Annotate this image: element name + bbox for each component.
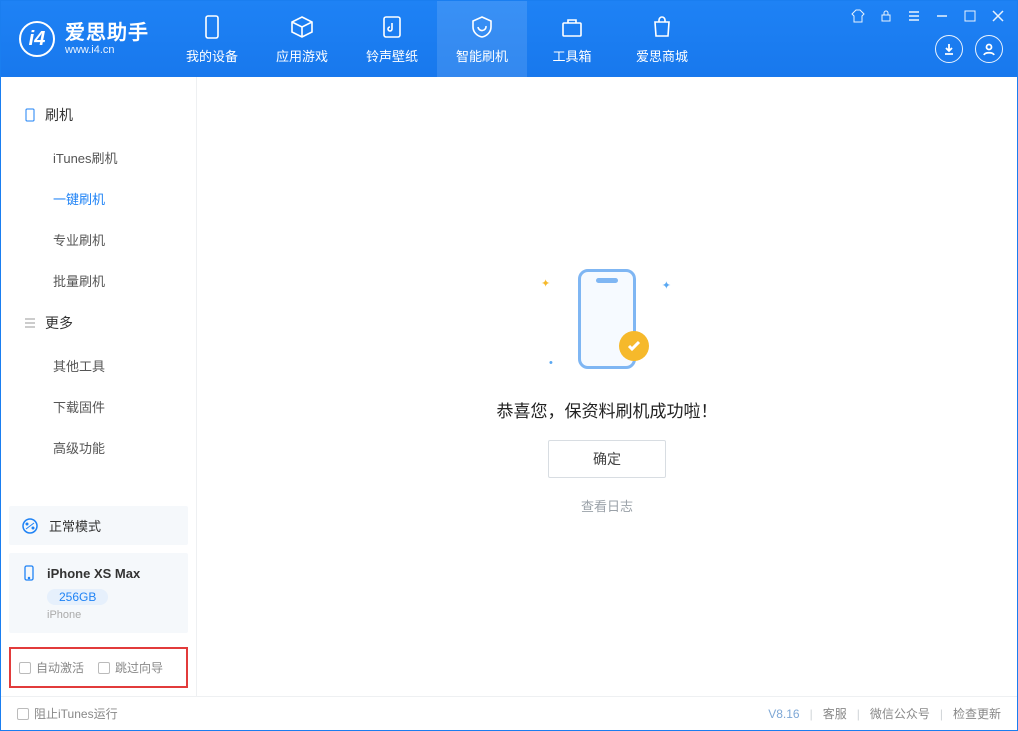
nav-tabs: 我的设备 应用游戏 铃声壁纸 智能刷机 工具箱 爱思商城	[167, 1, 707, 77]
sidebar-item-batch-flash[interactable]: 批量刷机	[1, 260, 196, 301]
separator: |	[810, 707, 813, 721]
group-label: 更多	[45, 313, 73, 333]
sparkle-icon: ✦	[541, 277, 550, 290]
tab-label: 工具箱	[552, 46, 591, 65]
checkbox-label: 跳过向导	[115, 659, 163, 676]
refresh-shield-icon	[469, 14, 495, 40]
checkbox-block-itunes[interactable]: 阻止iTunes运行	[17, 705, 118, 722]
sidebar-item-download-firmware[interactable]: 下载固件	[1, 386, 196, 427]
device-row: iPhone XS Max	[21, 565, 176, 581]
separator: |	[857, 707, 860, 721]
app-subtitle: www.i4.cn	[65, 44, 149, 56]
cube-icon	[289, 14, 315, 40]
footer-right: V8.16 | 客服 | 微信公众号 | 检查更新	[768, 705, 1001, 722]
app-window: i4 爱思助手 www.i4.cn 我的设备 应用游戏 铃声壁纸 智能刷机	[0, 0, 1018, 731]
titlebar: i4 爱思助手 www.i4.cn 我的设备 应用游戏 铃声壁纸 智能刷机	[1, 1, 1017, 77]
device-type: iPhone	[47, 609, 176, 621]
list-icon	[23, 316, 37, 330]
tab-label: 智能刷机	[456, 46, 508, 65]
checkbox-auto-activate[interactable]: 自动激活	[19, 659, 84, 676]
tab-store[interactable]: 爱思商城	[617, 1, 707, 77]
device-card[interactable]: iPhone XS Max 256GB iPhone	[9, 553, 188, 633]
check-update-link[interactable]: 检查更新	[953, 705, 1001, 722]
app-logo-icon: i4	[19, 21, 55, 57]
view-log-link[interactable]: 查看日志	[581, 496, 633, 515]
footer: 阻止iTunes运行 V8.16 | 客服 | 微信公众号 | 检查更新	[1, 696, 1017, 730]
mode-icon	[21, 517, 39, 535]
checkbox-box	[98, 662, 110, 674]
logo-area: i4 爱思助手 www.i4.cn	[1, 21, 161, 57]
phone-icon	[199, 14, 225, 40]
checkbox-label: 阻止iTunes运行	[34, 705, 118, 722]
device-capacity: 256GB	[47, 589, 108, 605]
body: 刷机 iTunes刷机 一键刷机 专业刷机 批量刷机 更多 其他工具 下载固件 …	[1, 77, 1017, 696]
menu-icon[interactable]	[907, 9, 921, 23]
logo-text: 爱思助手 www.i4.cn	[65, 22, 149, 56]
wechat-link[interactable]: 微信公众号	[870, 705, 930, 722]
close-button[interactable]	[991, 9, 1005, 23]
footer-left: 阻止iTunes运行	[17, 705, 118, 722]
phone-small-icon	[21, 565, 37, 581]
titlebar-right	[851, 1, 1005, 77]
user-button[interactable]	[975, 35, 1003, 63]
toolbox-icon	[559, 14, 585, 40]
sidebar-item-oneclick-flash[interactable]: 一键刷机	[1, 178, 196, 219]
sidebar-item-advanced[interactable]: 高级功能	[1, 427, 196, 468]
success-message: 恭喜您，保资料刷机成功啦！	[497, 397, 718, 422]
minimize-button[interactable]	[935, 9, 949, 23]
group-label: 刷机	[45, 105, 73, 125]
customer-service-link[interactable]: 客服	[823, 705, 847, 722]
window-buttons	[851, 9, 1005, 23]
device-mode-block[interactable]: 正常模式	[9, 506, 188, 545]
sidebar-item-pro-flash[interactable]: 专业刷机	[1, 219, 196, 260]
tab-ringtones-wallpapers[interactable]: 铃声壁纸	[347, 1, 437, 77]
sparkle-icon: ✦	[662, 279, 671, 292]
sidebar-menu: 刷机 iTunes刷机 一键刷机 专业刷机 批量刷机 更多 其他工具 下载固件 …	[1, 77, 196, 498]
tab-label: 应用游戏	[276, 46, 328, 65]
sparkle-icon: •	[549, 357, 553, 369]
sidebar-item-other-tools[interactable]: 其他工具	[1, 345, 196, 386]
tab-toolbox[interactable]: 工具箱	[527, 1, 617, 77]
app-title: 爱思助手	[65, 22, 149, 44]
options-row: 自动激活 跳过向导	[9, 647, 188, 688]
success-illustration: ✦ ✦ •	[527, 259, 687, 379]
tab-my-device[interactable]: 我的设备	[167, 1, 257, 77]
main-content: ✦ ✦ • 恭喜您，保资料刷机成功啦！ 确定 查看日志	[197, 77, 1017, 696]
device-name: iPhone XS Max	[47, 566, 140, 581]
ok-button[interactable]: 确定	[548, 440, 666, 478]
music-file-icon	[379, 14, 405, 40]
checkbox-skip-guide[interactable]: 跳过向导	[98, 659, 163, 676]
user-buttons	[935, 35, 1005, 69]
shirt-icon[interactable]	[851, 9, 865, 23]
lock-icon[interactable]	[879, 9, 893, 23]
maximize-button[interactable]	[963, 9, 977, 23]
tab-label: 铃声壁纸	[366, 46, 418, 65]
sidebar-group-flash: 刷机	[1, 93, 196, 137]
device-icon	[23, 108, 37, 122]
mode-label: 正常模式	[49, 516, 101, 535]
checkbox-box	[19, 662, 31, 674]
version-label: V8.16	[768, 707, 799, 721]
tab-label: 我的设备	[186, 46, 238, 65]
checkbox-label: 自动激活	[36, 659, 84, 676]
checkbox-box	[17, 708, 29, 720]
download-button[interactable]	[935, 35, 963, 63]
tab-smart-flash[interactable]: 智能刷机	[437, 1, 527, 77]
separator: |	[940, 707, 943, 721]
tab-apps-games[interactable]: 应用游戏	[257, 1, 347, 77]
bag-icon	[649, 14, 675, 40]
checkmark-badge	[619, 331, 649, 361]
sidebar-group-more: 更多	[1, 301, 196, 345]
sidebar-item-itunes-flash[interactable]: iTunes刷机	[1, 137, 196, 178]
tab-label: 爱思商城	[636, 46, 688, 65]
sidebar: 刷机 iTunes刷机 一键刷机 专业刷机 批量刷机 更多 其他工具 下载固件 …	[1, 77, 197, 696]
